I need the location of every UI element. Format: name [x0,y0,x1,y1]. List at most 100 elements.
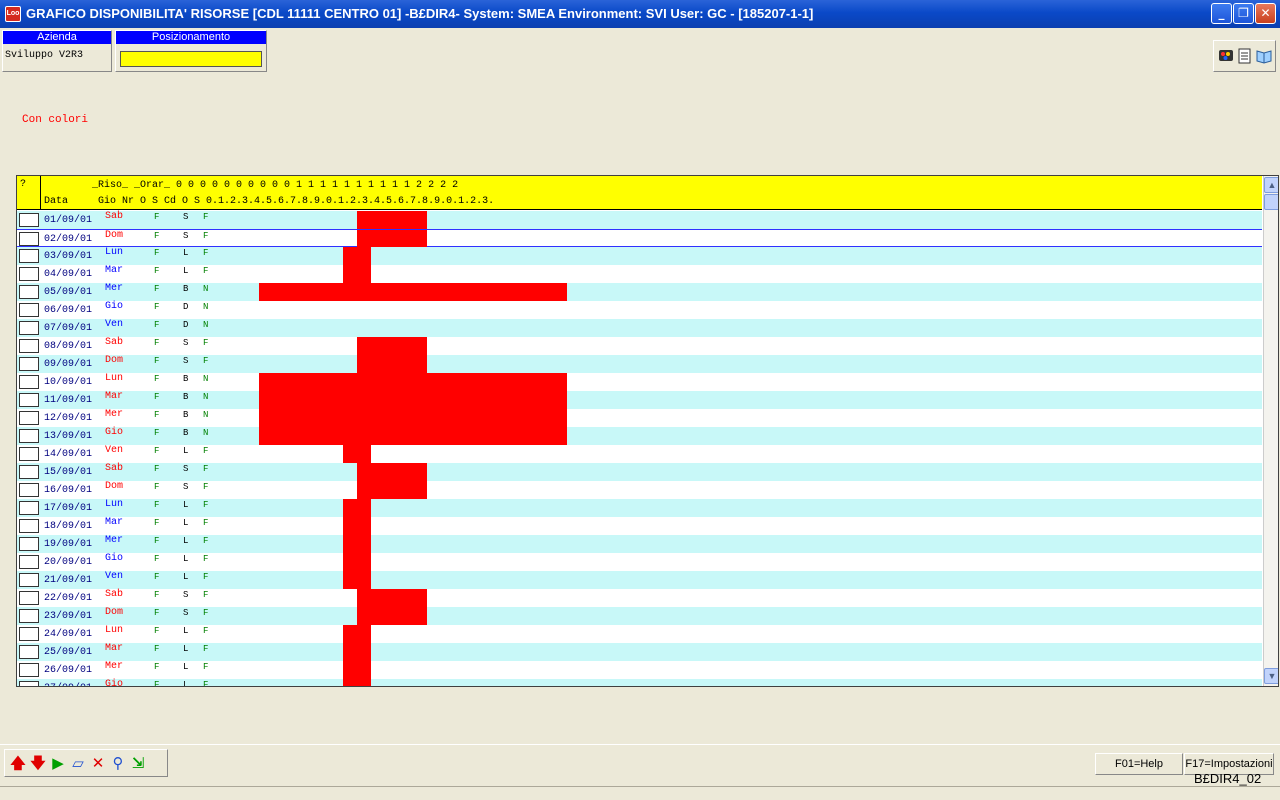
document-icon[interactable] [1237,48,1253,64]
bottom-toolbar: 🡅 🡇 ▶ ▱ ✕ ⚲ ⇲ F01=Help F17=Impostazioni [0,744,1280,780]
row-select-box[interactable] [19,483,39,497]
cd-cell: L [183,500,189,510]
cd-cell: L [183,680,189,687]
row-select-box[interactable] [19,303,39,317]
search-icon[interactable]: ⚲ [109,754,127,772]
table-row[interactable]: 10/09/01 Lun F B N [17,373,1262,391]
cd-cell: S [183,338,189,348]
day-cell: Dom [105,607,124,618]
app-logo-icon[interactable]: Loo [5,6,21,22]
row-select-box[interactable] [19,447,39,461]
o-cell: F [154,518,160,528]
f01-help-button[interactable]: F01=Help [1095,753,1183,775]
row-select-box[interactable] [19,411,39,425]
eraser-icon[interactable]: ▱ [69,754,87,772]
s-cell: F [203,590,209,600]
date-cell: 04/09/01 [44,269,93,280]
cd-cell: L [183,572,189,582]
arrow-down-icon[interactable]: 🡇 [29,754,47,772]
table-row[interactable]: 17/09/01 Lun F L F [17,499,1262,517]
table-row[interactable]: 15/09/01 Sab F S F [17,463,1262,481]
row-select-box[interactable] [19,609,39,623]
table-row[interactable]: 05/09/01 Mer F B N [17,283,1262,301]
table-row[interactable]: 04/09/01 Mar F L F [17,265,1262,283]
table-row[interactable]: 08/09/01 Sab F S F [17,337,1262,355]
row-select-box[interactable] [19,591,39,605]
availability-bar [343,499,371,517]
cd-cell: S [183,482,189,492]
date-cell: 23/09/01 [44,611,93,622]
status-bar [0,786,1280,800]
table-row[interactable]: 02/09/01 Dom F S F [17,229,1262,248]
row-select-box[interactable] [19,555,39,569]
row-select-box[interactable] [19,321,39,335]
table-row[interactable]: 14/09/01 Ven F L F [17,445,1262,463]
delete-icon[interactable]: ✕ [89,754,107,772]
row-select-box[interactable] [19,213,39,227]
row-select-box[interactable] [19,285,39,299]
select-column-header[interactable]: ? [17,176,41,210]
row-select-box[interactable] [19,249,39,263]
table-row[interactable]: 06/09/01 Gio F D N [17,301,1262,319]
minimize-button[interactable]: _ [1211,3,1232,24]
row-select-box[interactable] [19,681,39,686]
table-row[interactable]: 09/09/01 Dom F S F [17,355,1262,373]
play-icon[interactable]: ▶ [49,754,67,772]
table-row[interactable]: 26/09/01 Mer F L F [17,661,1262,679]
o-cell: F [154,626,160,636]
o-cell: F [154,482,160,492]
row-select-box[interactable] [19,663,39,677]
row-select-box[interactable] [19,501,39,515]
table-row[interactable]: 07/09/01 Ven F D N [17,319,1262,337]
posizionamento-input[interactable] [120,51,262,67]
day-cell: Mer [105,661,124,672]
row-select-box[interactable] [19,645,39,659]
row-select-box[interactable] [19,232,39,246]
row-select-box[interactable] [19,429,39,443]
table-row[interactable]: 11/09/01 Mar F B N [17,391,1262,409]
table-row[interactable]: 01/09/01 Sab F S F [17,211,1262,229]
row-select-box[interactable] [19,267,39,281]
scroll-down-icon[interactable]: ▼ [1264,668,1278,684]
scroll-up-icon[interactable]: ▲ [1264,177,1278,193]
table-row[interactable]: 18/09/01 Mar F L F [17,517,1262,535]
table-row[interactable]: 23/09/01 Dom F S F [17,607,1262,625]
o-cell: F [154,302,160,312]
row-select-box[interactable] [19,465,39,479]
row-select-box[interactable] [19,573,39,587]
availability-bar [259,409,567,427]
cd-cell: D [183,320,189,330]
close-button[interactable]: ✕ [1255,3,1276,24]
date-cell: 27/09/01 [44,683,92,686]
table-row[interactable]: 03/09/01 Lun F L F [17,247,1262,265]
table-row[interactable]: 27/09/01 Gio F L F [17,679,1262,687]
color-palette-icon[interactable] [1218,48,1234,64]
row-select-box[interactable] [19,357,39,371]
table-row[interactable]: 12/09/01 Mer F B N [17,409,1262,427]
vertical-scrollbar[interactable]: ▲ ▼ [1263,176,1278,686]
book-icon[interactable] [1256,48,1272,64]
row-select-box[interactable] [19,393,39,407]
table-row[interactable]: 25/09/01 Mar F L F [17,643,1262,661]
table-row[interactable]: 22/09/01 Sab F S F [17,589,1262,607]
table-row[interactable]: 19/09/01 Mer F L F [17,535,1262,553]
header-line-1: _Riso_ _Orar_ 0 0 0 0 0 0 0 0 0 0 1 1 1 … [44,180,459,191]
row-select-box[interactable] [19,537,39,551]
row-select-box[interactable] [19,339,39,353]
restore-button[interactable]: ❐ [1233,3,1254,24]
table-row[interactable]: 20/09/01 Gio F L F [17,553,1262,571]
row-select-box[interactable] [19,375,39,389]
row-select-box[interactable] [19,627,39,641]
row-select-box[interactable] [19,519,39,533]
scroll-thumb[interactable] [1264,194,1278,210]
availability-bar [357,211,427,229]
day-cell: Gio [105,679,124,687]
table-row[interactable]: 16/09/01 Dom F S F [17,481,1262,499]
azienda-panel: Azienda Sviluppo V2R3 [2,30,112,72]
arrow-up-icon[interactable]: 🡅 [9,754,27,772]
table-row[interactable]: 13/09/01 Gio F B N [17,427,1262,445]
day-cell: Ven [105,571,124,582]
table-row[interactable]: 24/09/01 Lun F L F [17,625,1262,643]
exit-icon[interactable]: ⇲ [129,754,147,772]
table-row[interactable]: 21/09/01 Ven F L F [17,571,1262,589]
